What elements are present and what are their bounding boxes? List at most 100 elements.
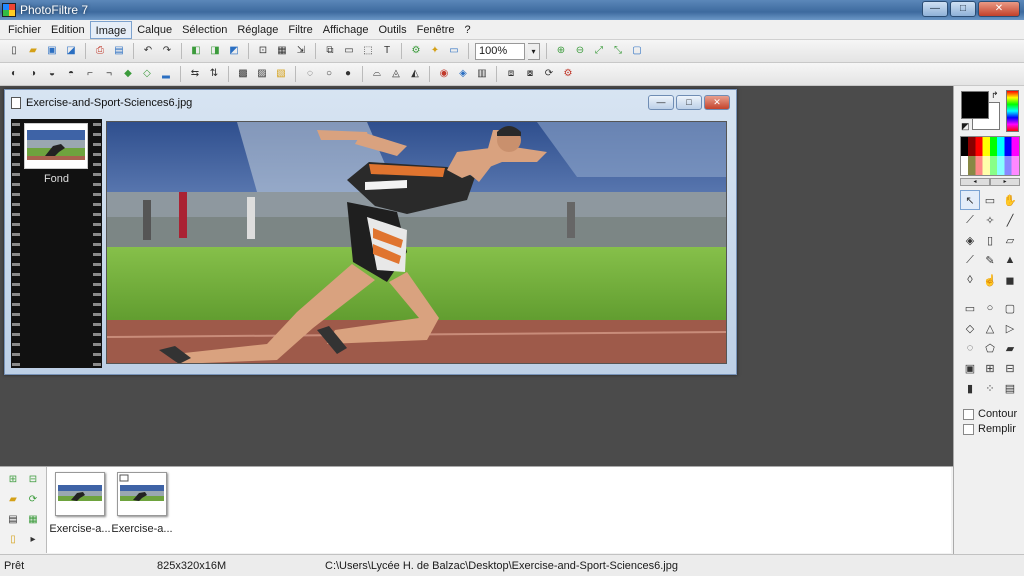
effects-icon[interactable]: ✦	[427, 43, 443, 59]
finger-tool-icon[interactable]: ☝	[980, 270, 1000, 290]
brush-tool-icon[interactable]: ⟋	[960, 250, 980, 270]
refresh-icon[interactable]: ⟳	[24, 491, 42, 509]
grid-icon[interactable]: ⊟	[1000, 358, 1020, 378]
gamma-down-icon[interactable]: ◆	[120, 66, 136, 82]
zoom-out-icon[interactable]: ⊖	[572, 43, 588, 59]
water-icon[interactable]: ◭	[407, 66, 423, 82]
frame-fit-icon[interactable]: ▤	[1000, 378, 1020, 398]
crop-icon[interactable]: ⊡	[255, 43, 271, 59]
sharpen-icon[interactable]: ●	[340, 66, 356, 82]
zoom-dropdown-icon[interactable]: ▾	[528, 42, 540, 60]
rectangle-icon[interactable]: ▭	[960, 298, 980, 318]
color-swap-icon[interactable]: ◈	[455, 66, 471, 82]
screen-icon[interactable]: ▭	[446, 43, 462, 59]
thumbnail-card[interactable]	[117, 472, 167, 516]
paste-icon[interactable]: ▭	[341, 43, 357, 59]
equalize-icon[interactable]: ▥	[474, 66, 490, 82]
document-minimize-button[interactable]: —	[648, 95, 674, 110]
close-button[interactable]: ✕	[978, 1, 1020, 17]
frame-icon[interactable]: ▦	[274, 43, 290, 59]
minimize-button[interactable]: —	[922, 1, 948, 17]
polygon-icon[interactable]: ⬠	[980, 338, 1000, 358]
color-balance-icon[interactable]: ▧	[273, 66, 289, 82]
blur-icon[interactable]: ◌	[302, 66, 318, 82]
menu-edition[interactable]: Edition	[46, 21, 90, 39]
soften-icon[interactable]: ○	[321, 66, 337, 82]
undo-icon[interactable]: ↶	[140, 43, 156, 59]
triangle-icon[interactable]: △	[980, 318, 1000, 338]
reset-colors-icon[interactable]: ◩	[961, 121, 970, 132]
flip-horizontal-icon[interactable]: ⇆	[187, 66, 203, 82]
folder-icon[interactable]: ▰	[1000, 338, 1020, 358]
list-view-icon[interactable]: ⊟	[24, 471, 42, 489]
remplir-checkbox[interactable]	[963, 423, 974, 435]
align-center-icon[interactable]: ▣	[960, 358, 980, 378]
menu-outils[interactable]: Outils	[373, 21, 411, 39]
more-arrow-icon[interactable]: ▸	[24, 531, 42, 549]
remplir-option[interactable]: Remplir	[963, 423, 1016, 435]
diamond-icon[interactable]: ◇	[960, 318, 980, 338]
saturation-up-icon[interactable]: ¬	[101, 66, 117, 82]
clone-tool-icon[interactable]: ◼	[1000, 270, 1020, 290]
contrast-up-icon[interactable]: ◓	[63, 66, 79, 82]
lasso-icon[interactable]: ◌	[960, 338, 980, 358]
flip-vertical-icon[interactable]: ⇅	[206, 66, 222, 82]
hand-tool-icon[interactable]: ✋	[1000, 190, 1020, 210]
fit-window-icon[interactable]: ⤢	[591, 43, 607, 59]
histogram-icon[interactable]: ▂	[158, 66, 174, 82]
menu-fenetre[interactable]: Fenêtre	[412, 21, 460, 39]
line-tool-icon[interactable]: ╱	[1000, 210, 1020, 230]
image-canvas[interactable]	[106, 121, 727, 364]
menu-calque[interactable]: Calque	[132, 21, 177, 39]
sepia-icon[interactable]: ▨	[254, 66, 270, 82]
menu-affichage[interactable]: Affichage	[318, 21, 374, 39]
foreground-color-swatch[interactable]	[961, 91, 989, 119]
resize-icon[interactable]: ⇲	[293, 43, 309, 59]
document-window[interactable]: Exercise-and-Sport-Sciences6.jpg — □ ✕ F…	[4, 89, 737, 375]
triangle-right-icon[interactable]: ▷	[1000, 318, 1020, 338]
layer-duplicate-icon[interactable]: ◩	[226, 43, 242, 59]
drop-icon[interactable]: ◬	[388, 66, 404, 82]
browse-icon[interactable]: ▯	[4, 531, 22, 549]
menu-selection[interactable]: Sélection	[177, 21, 232, 39]
layer-thumbnail[interactable]	[24, 123, 88, 169]
contrast-down-icon[interactable]: ◒	[44, 66, 60, 82]
redo-icon[interactable]: ↷	[159, 43, 175, 59]
color-swatches[interactable]	[960, 136, 1020, 176]
blur-tool-icon[interactable]: ◊	[960, 270, 980, 290]
eraser-tool-icon[interactable]: ▱	[1000, 230, 1020, 250]
folder-up-icon[interactable]: ▰	[4, 491, 22, 509]
menu-reglage[interactable]: Réglage	[232, 21, 283, 39]
emboss-icon[interactable]: ⌓	[369, 66, 385, 82]
fullscreen-icon[interactable]: ▢	[629, 43, 645, 59]
contour-option[interactable]: Contour	[963, 408, 1017, 420]
layer-merge-icon[interactable]: ◨	[207, 43, 223, 59]
print-icon[interactable]: ⎙	[92, 43, 108, 59]
advanced-brush-tool-icon[interactable]: ✎	[980, 250, 1000, 270]
open-file-icon[interactable]: ▰	[25, 43, 41, 59]
fit-vertical-icon[interactable]: ▮	[960, 378, 980, 398]
document-close-button[interactable]: ✕	[704, 95, 730, 110]
selection-tool-icon[interactable]: ▭	[980, 190, 1000, 210]
maximize-button[interactable]: □	[950, 1, 976, 17]
pointer-tool-icon[interactable]: ↖	[960, 190, 980, 210]
saturation-down-icon[interactable]: ⌐	[82, 66, 98, 82]
tree-view-icon[interactable]: ⊞	[4, 471, 22, 489]
select-all-icon[interactable]: ⬚	[360, 43, 376, 59]
thumbnail-card[interactable]	[55, 472, 105, 516]
settings-icon[interactable]: ⚙	[560, 66, 576, 82]
contour-checkbox[interactable]	[963, 408, 974, 420]
spray-tool-icon[interactable]: ▯	[980, 230, 1000, 250]
ellipse-icon[interactable]: ○	[980, 298, 1000, 318]
document-maximize-button[interactable]: □	[676, 95, 702, 110]
menu-fichier[interactable]: Fichier	[3, 21, 46, 39]
copy-icon[interactable]: ⧉	[322, 43, 338, 59]
automation-icon[interactable]: ⚙	[408, 43, 424, 59]
expand-icon[interactable]: ⁘	[980, 378, 1000, 398]
layer-transform-icon[interactable]: ⧈	[503, 66, 519, 82]
gamma-up-icon[interactable]: ◇	[139, 66, 155, 82]
zoom-in-icon[interactable]: ⊕	[553, 43, 569, 59]
save-icon[interactable]: ▣	[44, 43, 60, 59]
menu-help[interactable]: ?	[460, 21, 476, 39]
brightness-up-icon[interactable]: ◑	[25, 66, 41, 82]
